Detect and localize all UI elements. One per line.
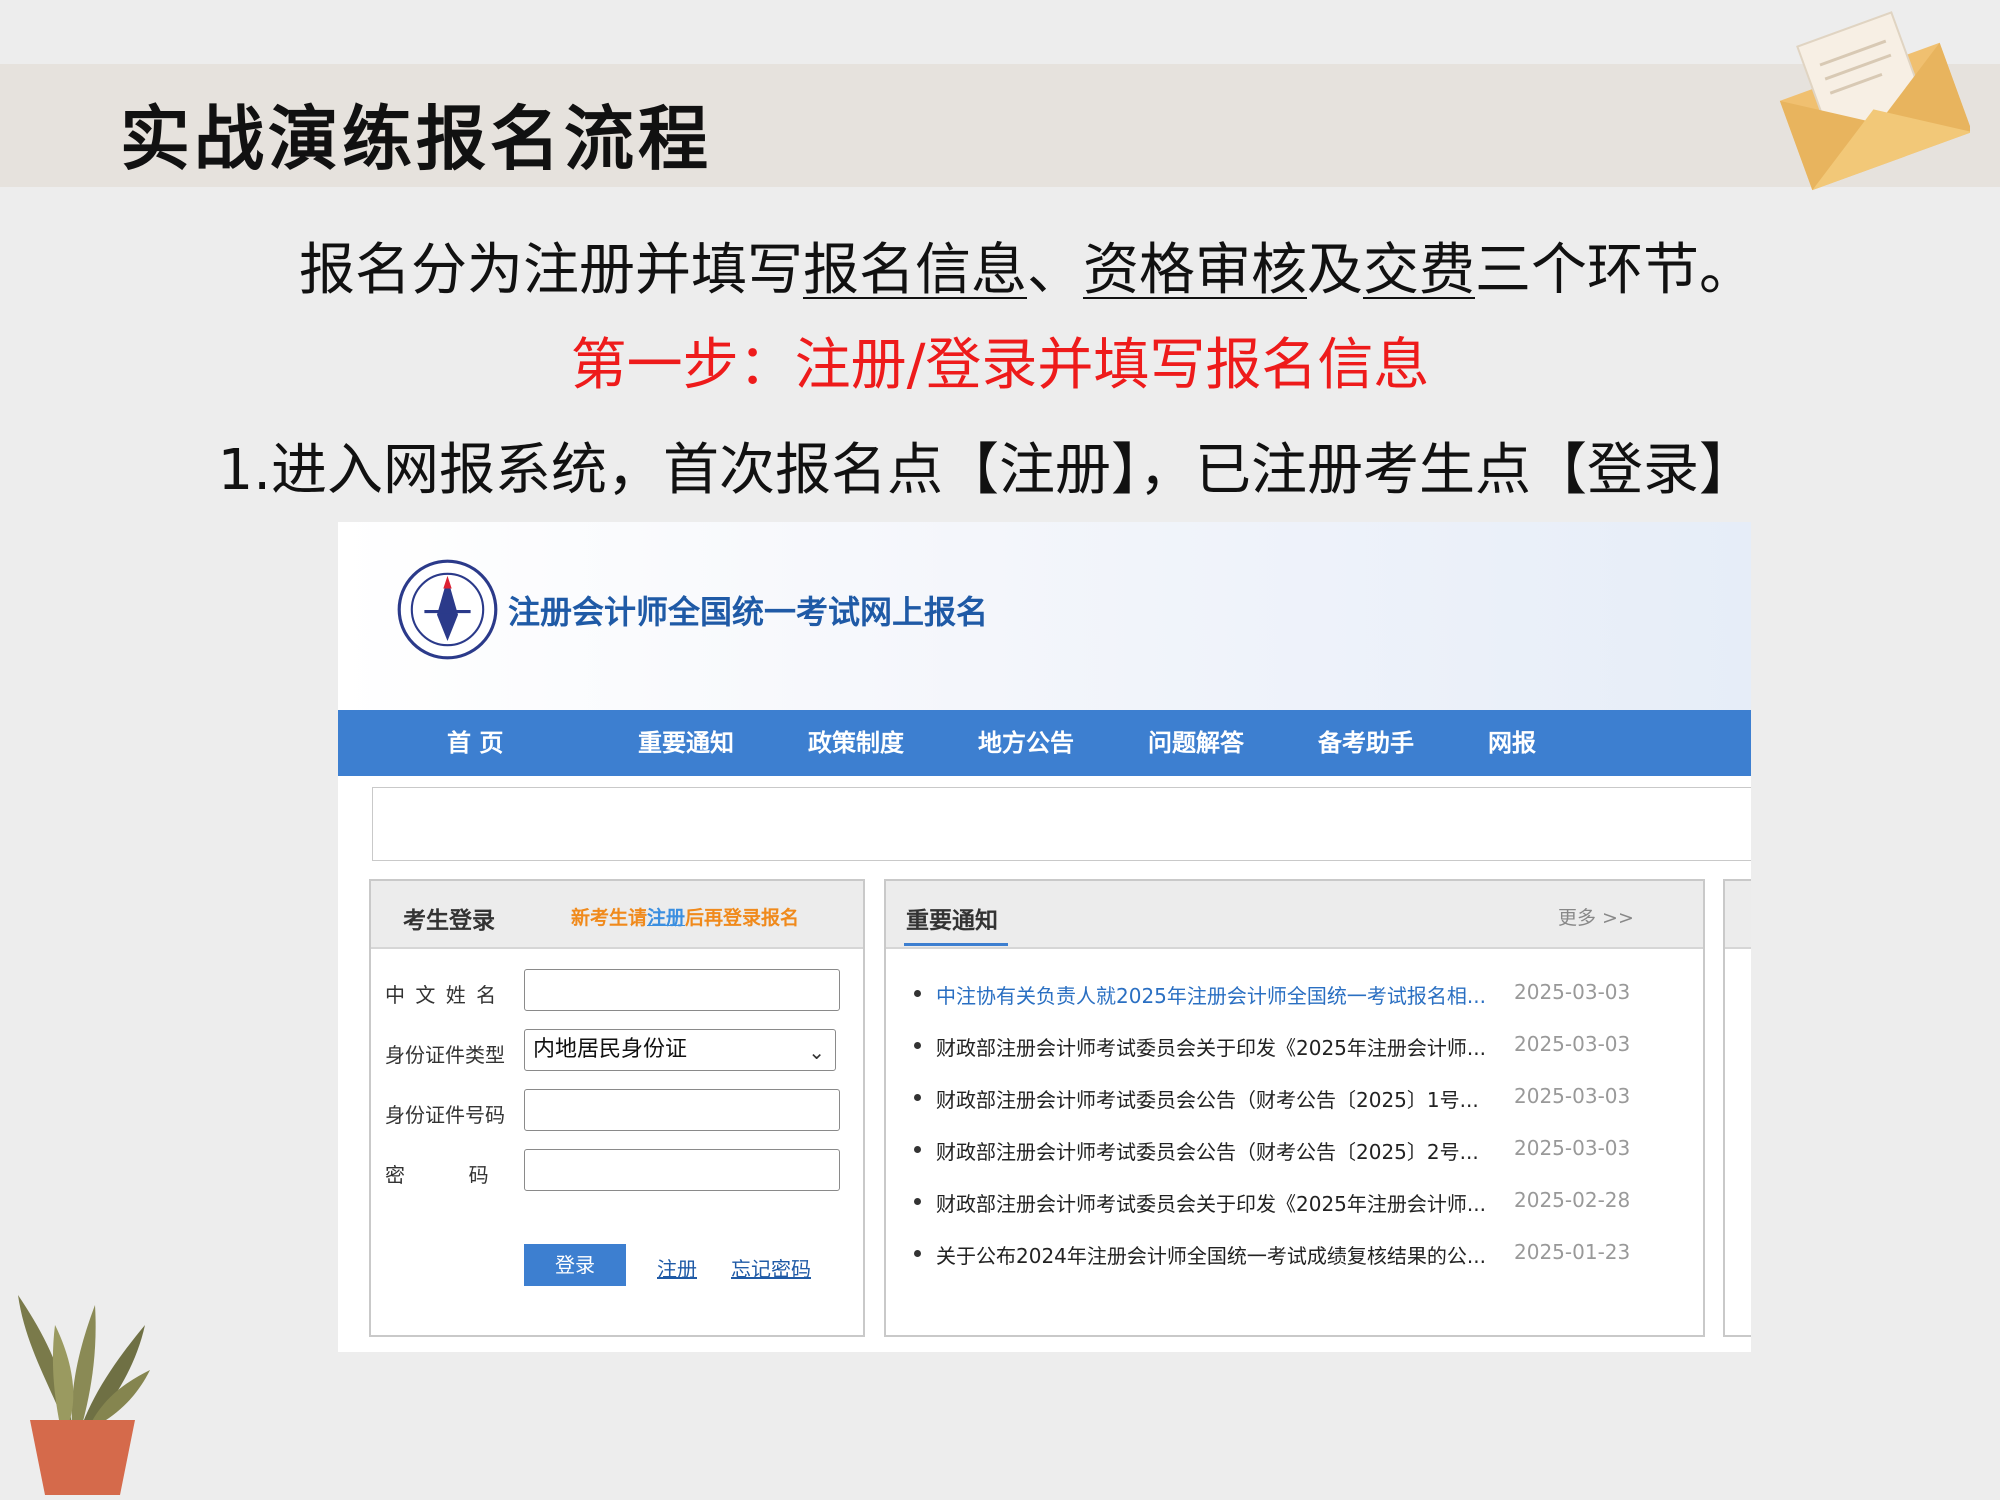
notice-date: 2025-03-03 — [1514, 1084, 1631, 1108]
login-button[interactable]: 登录 — [524, 1244, 626, 1286]
notice-link[interactable]: 中注协有关负责人就2025年注册会计师全国统一考试报名相... — [936, 980, 1486, 1009]
login-hint: 新考生请注册后再登录报名 — [571, 903, 799, 930]
desc-underline-fee: 交费 — [1363, 238, 1475, 303]
bullet — [914, 1042, 921, 1049]
desc-text-3: 及 — [1307, 238, 1363, 303]
bullet — [914, 1198, 921, 1205]
instruction-text: 1.进入网报系统，首次报名点【注册】，已注册考生点【登录】 — [217, 438, 1755, 503]
password-input[interactable] — [524, 1149, 840, 1191]
notices-tab-underline — [904, 943, 1008, 946]
password-label: 密 码 — [385, 1163, 489, 1187]
notice-item: 财政部注册会计师考试委员会公告（财考公告〔2025〕1号... 2025-03-… — [914, 1080, 1694, 1120]
nav-policies[interactable]: 政策制度 — [808, 710, 904, 776]
nav-local-announcements[interactable]: 地方公告 — [978, 710, 1074, 776]
desc-underline-review: 资格审核 — [1083, 238, 1307, 303]
step-title: 第一步：注册/登录并填写报名信息 — [570, 333, 1430, 398]
notice-link[interactable]: 财政部注册会计师考试委员会关于印发《2025年注册会计师... — [936, 1188, 1486, 1217]
website-screenshot: 注册会计师全国统一考试网上报名 首 页 重要通知 政策制度 地方公告 问题解答 … — [338, 522, 1751, 1352]
bullet — [914, 1094, 921, 1101]
id-type-select[interactable]: 内地居民身份证 ⌄ — [524, 1029, 836, 1071]
notices-more-link[interactable]: 更多 >> — [1558, 903, 1634, 930]
desc-text-2: 、 — [1027, 238, 1083, 303]
third-panel-header — [1725, 881, 1751, 949]
register-link[interactable]: 注册 — [657, 1253, 697, 1282]
name-label: 中 文 姓 名 — [385, 983, 499, 1007]
site-header: 注册会计师全国统一考试网上报名 — [338, 522, 1751, 710]
banner-area — [372, 787, 1751, 861]
bullet — [914, 1250, 921, 1257]
hint-register-link[interactable]: 注册 — [647, 907, 685, 929]
name-input[interactable] — [524, 969, 840, 1011]
bullet — [914, 1146, 921, 1153]
notice-item: 关于公布2024年注册会计师全国统一考试成绩复核结果的公... 2025-01-… — [914, 1236, 1694, 1276]
hint-post: 后再登录报名 — [685, 907, 800, 929]
id-number-label: 身份证件号码 — [385, 1103, 505, 1127]
desc-text-1: 报名分为注册并填写 — [299, 238, 803, 303]
main-nav: 首 页 重要通知 政策制度 地方公告 问题解答 备考助手 网报 — [338, 710, 1751, 776]
bullet — [914, 990, 921, 997]
notice-item: 财政部注册会计师考试委员会关于印发《2025年注册会计师... 2025-02-… — [914, 1184, 1694, 1224]
notice-item: 财政部注册会计师考试委员会关于印发《2025年注册会计师... 2025-03-… — [914, 1028, 1694, 1068]
nav-faq[interactable]: 问题解答 — [1148, 710, 1244, 776]
plant-icon — [18, 1295, 150, 1495]
hint-pre: 新考生请 — [571, 907, 648, 929]
notice-date: 2025-03-03 — [1514, 980, 1631, 1004]
id-type-value: 内地居民身份证 — [533, 1037, 688, 1062]
notices-panel-header: 重要通知 更多 >> — [886, 881, 1703, 949]
notice-item: 财政部注册会计师考试委员会公告（财考公告〔2025〕2号... 2025-03-… — [914, 1132, 1694, 1172]
notice-link[interactable]: 财政部注册会计师考试委员会公告（财考公告〔2025〕2号... — [936, 1136, 1479, 1165]
slide-title: 实战演练报名流程 — [120, 98, 712, 180]
notices-tab[interactable]: 重要通知 — [906, 901, 998, 935]
third-panel-partial — [1723, 879, 1751, 1337]
process-description: 报名分为注册并填写报名信息、资格审核及交费三个环节。 — [299, 225, 1755, 306]
login-panel-header: 考生登录 新考生请注册后再登录报名 — [371, 881, 863, 949]
site-title: 注册会计师全国统一考试网上报名 — [508, 593, 989, 631]
chevron-down-icon: ⌄ — [808, 1040, 825, 1064]
notice-date: 2025-01-23 — [1514, 1240, 1631, 1264]
login-title: 考生登录 — [403, 908, 495, 934]
notice-link[interactable]: 财政部注册会计师考试委员会公告（财考公告〔2025〕1号... — [936, 1084, 1479, 1113]
login-panel: 考生登录 新考生请注册后再登录报名 中 文 姓 名 身份证件类型 内地居民身份证… — [369, 879, 865, 1337]
notices-panel: 重要通知 更多 >> 中注协有关负责人就2025年注册会计师全国统一考试报名相.… — [884, 879, 1705, 1337]
desc-underline-info: 报名信息 — [803, 238, 1027, 303]
notice-link[interactable]: 财政部注册会计师考试委员会关于印发《2025年注册会计师... — [936, 1032, 1486, 1061]
id-number-input[interactable] — [524, 1089, 840, 1131]
notice-item: 中注协有关负责人就2025年注册会计师全国统一考试报名相... 2025-03-… — [914, 976, 1694, 1016]
desc-text-4: 三个环节。 — [1475, 238, 1755, 303]
nav-online-registration[interactable]: 网报 — [1488, 710, 1536, 776]
cicpa-logo-icon — [397, 559, 498, 660]
envelope-icon — [1779, 11, 1970, 191]
nav-important-notices[interactable]: 重要通知 — [638, 710, 734, 776]
notice-date: 2025-02-28 — [1514, 1188, 1631, 1212]
forgot-password-link[interactable]: 忘记密码 — [731, 1253, 811, 1282]
notice-date: 2025-03-03 — [1514, 1032, 1631, 1056]
notice-date: 2025-03-03 — [1514, 1136, 1631, 1160]
notice-link[interactable]: 关于公布2024年注册会计师全国统一考试成绩复核结果的公... — [936, 1240, 1486, 1269]
id-type-label: 身份证件类型 — [385, 1043, 505, 1067]
nav-exam-assistant[interactable]: 备考助手 — [1318, 710, 1414, 776]
nav-home[interactable]: 首 页 — [447, 710, 503, 776]
